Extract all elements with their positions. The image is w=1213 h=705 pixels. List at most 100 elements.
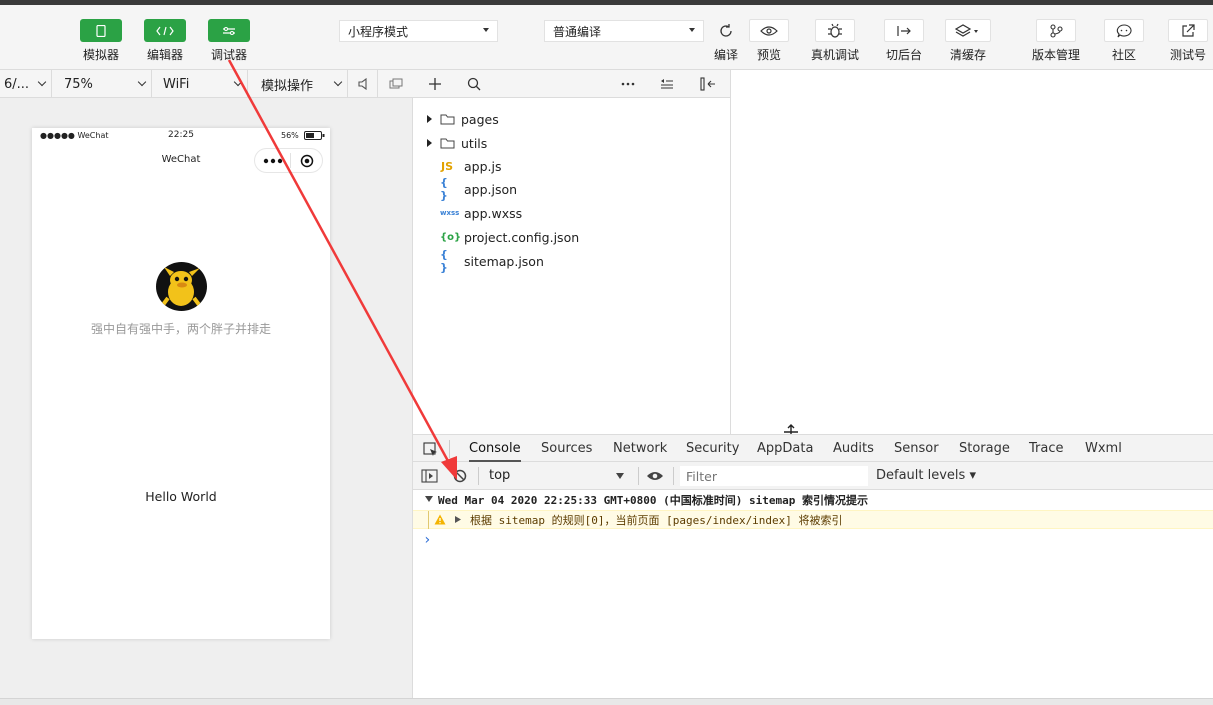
caret-right-icon[interactable] [426, 139, 433, 147]
mute-button[interactable] [348, 70, 378, 98]
log-group-header[interactable]: Wed Mar 04 2020 22:25:33 GMT+0800 (中国标准时… [413, 490, 1213, 509]
file-explorer: pages utils JS app.js { } app.json wxss … [413, 98, 731, 434]
mode-value: 小程序模式 [348, 25, 409, 39]
split-layout-icon[interactable] [700, 76, 716, 92]
clear-cache-button[interactable] [945, 19, 991, 42]
compile-button[interactable] [706, 19, 746, 42]
toolbar-divider [478, 467, 479, 485]
device-select[interactable]: 6/... [0, 70, 52, 98]
chat-bubble-icon [1116, 23, 1132, 37]
branch-icon [1050, 23, 1063, 38]
caret-down-icon [689, 28, 695, 32]
debugger-label: 调试器 [210, 48, 247, 62]
tree-item-sitemap-json[interactable]: { } sitemap.json [413, 248, 544, 274]
tab-network[interactable]: Network [613, 435, 667, 462]
warning-row[interactable]: 根据 sitemap 的规则[0]，当前页面 [pages/index/inde… [413, 510, 1213, 529]
levels-select[interactable]: Default levels ▾ [876, 468, 976, 483]
tab-console[interactable]: Console [469, 435, 521, 462]
filter-input[interactable] [680, 466, 868, 486]
sidebar-toggle-icon[interactable] [421, 469, 438, 483]
tab-trace[interactable]: Trace [1029, 435, 1064, 462]
network-select[interactable]: WiFi [152, 70, 248, 98]
device-value: 6/... [4, 76, 30, 92]
status-bar-bottom [0, 698, 1213, 705]
tab-sensor[interactable]: Sensor [894, 435, 939, 462]
caret-right-icon[interactable] [455, 516, 461, 523]
test-account-button[interactable] [1168, 19, 1208, 42]
tab-storage[interactable]: Storage [959, 435, 1010, 462]
console-output[interactable]: Wed Mar 04 2020 22:25:33 GMT+0800 (中国标准时… [413, 490, 1213, 698]
caret-down-icon[interactable] [425, 496, 433, 503]
tree-item-pages[interactable]: pages [413, 108, 499, 130]
remote-debug-button[interactable] [815, 19, 855, 42]
menu-capsule[interactable] [254, 148, 323, 173]
eye-icon [760, 25, 778, 36]
close-target-icon[interactable] [300, 154, 314, 168]
prompt-chevron: › [423, 531, 432, 548]
editor-pane[interactable] [731, 70, 1213, 434]
editor-toggle-button[interactable] [144, 19, 186, 42]
devtools-window: 模拟器 编辑器 调试器 小程序模式 普通编译 编译 预览 真机调试 切后台 清缓… [0, 0, 1213, 705]
tree-item-app-json[interactable]: { } app.json [413, 176, 518, 202]
clear-console-icon[interactable] [453, 469, 467, 483]
tree-item-label: project.config.json [464, 229, 580, 245]
console-prompt[interactable]: › [413, 530, 1213, 549]
zoom-select[interactable]: 75% [52, 70, 152, 98]
capsule-divider [290, 153, 291, 168]
editor-label: 编辑器 [146, 48, 183, 62]
simulator-label: 模拟器 [82, 48, 119, 62]
tree-item-project-config[interactable]: {o} project.config.json [413, 226, 579, 248]
context-value: top [489, 468, 511, 483]
toolbar-divider [638, 467, 639, 485]
battery-icon [304, 131, 325, 140]
tab-security[interactable]: Security [686, 435, 739, 462]
debugger-toggle-button[interactable] [208, 19, 250, 42]
compile-mode-select[interactable]: 普通编译 [544, 20, 704, 42]
layers-icon [955, 23, 978, 37]
background-button[interactable] [884, 19, 924, 42]
config-file-icon: {o} [440, 231, 462, 243]
mode-select[interactable]: 小程序模式 [339, 20, 498, 42]
phone-screen[interactable]: ●●●●● WeChat 22:25 56% WeChat 强中自有强中手，两个… [32, 128, 330, 639]
tab-audits[interactable]: Audits [833, 435, 874, 462]
warning-text: 根据 sitemap 的规则[0]，当前页面 [pages/index/inde… [470, 513, 843, 527]
tab-sources[interactable]: Sources [541, 435, 592, 462]
eye-icon[interactable] [646, 470, 664, 482]
simulator-toggle-button[interactable] [80, 19, 122, 42]
tree-item-app-js[interactable]: JS app.js [413, 155, 502, 177]
search-icon[interactable] [467, 77, 481, 91]
more-dots-icon[interactable] [263, 157, 283, 165]
folder-icon [440, 114, 455, 125]
plus-icon[interactable] [428, 77, 442, 91]
collapse-all-icon[interactable] [660, 78, 674, 90]
speaker-icon [357, 78, 367, 90]
ellipsis-icon[interactable] [621, 82, 635, 86]
simulate-action-select[interactable]: 模拟操作 [248, 70, 348, 98]
phone-icon [96, 24, 106, 37]
console-toolbar: top Default levels ▾ [413, 462, 1213, 490]
tree-item-app-wxss[interactable]: wxss app.wxss [413, 202, 522, 224]
caret-right-icon[interactable] [426, 115, 433, 123]
motto-text: 强中自有强中手，两个胖子并排走 [90, 322, 271, 336]
detach-simulator-button[interactable] [378, 70, 413, 98]
external-link-icon [1182, 23, 1195, 37]
tab-appdata[interactable]: AppData [757, 435, 813, 462]
tree-item-utils[interactable]: utils [413, 132, 487, 154]
caret-down-icon [616, 473, 624, 479]
tree-item-label: app.json [464, 181, 518, 197]
devtools-tabbar: Console Sources Network Security AppData… [413, 434, 1213, 462]
battery-text: 56% [281, 131, 299, 140]
title-strip [0, 0, 1213, 5]
context-select[interactable]: top [483, 465, 633, 487]
version-button[interactable] [1036, 19, 1076, 42]
tab-wxml[interactable]: Wxml [1085, 435, 1122, 462]
inspect-element-icon[interactable] [423, 442, 439, 457]
tree-item-label: app.wxss [464, 205, 523, 221]
window-icon [389, 78, 402, 89]
community-button[interactable] [1104, 19, 1144, 42]
preview-button[interactable] [749, 19, 789, 42]
tree-item-label: app.js [464, 158, 502, 174]
avatar[interactable] [156, 262, 207, 311]
toolbar-divider [673, 467, 674, 485]
main-toolbar: 模拟器 编辑器 调试器 小程序模式 普通编译 编译 预览 真机调试 切后台 清缓… [0, 0, 1213, 70]
